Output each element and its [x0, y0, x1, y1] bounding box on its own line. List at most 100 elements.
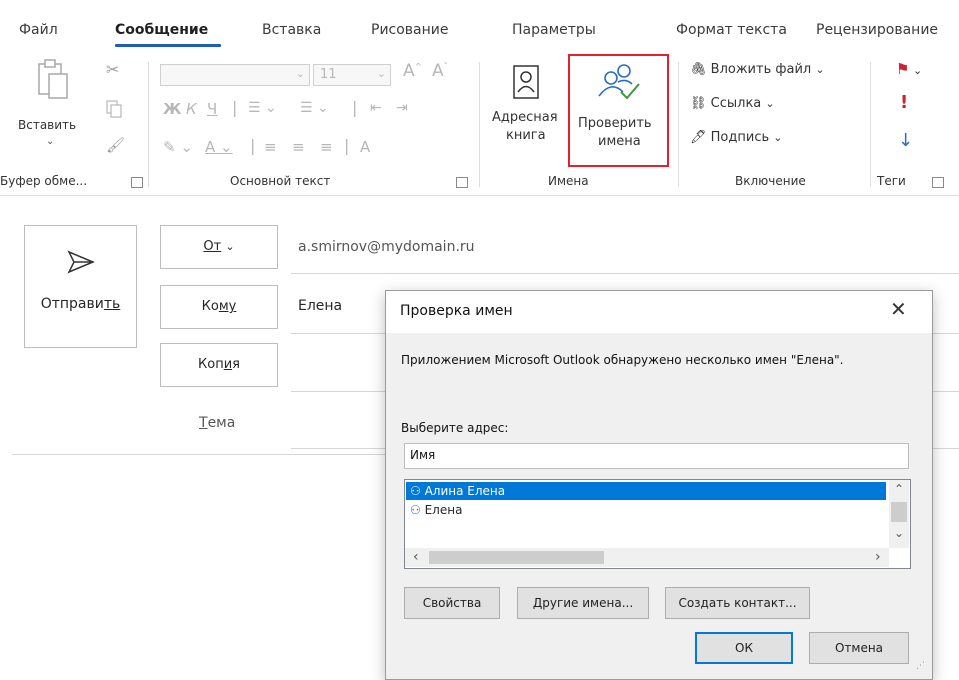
names-group-label: Имена	[548, 174, 589, 188]
cc-divider	[291, 391, 385, 392]
scroll-down-icon[interactable]: ⌄	[894, 526, 904, 540]
check-names-dialog: Проверка имен ✕ Приложением Microsoft Ou…	[385, 290, 933, 680]
link-button[interactable]: ⛓ Ссылка ⌄	[690, 96, 775, 111]
subject-label: Тема	[199, 415, 236, 431]
low-importance-icon[interactable]: ↓	[898, 130, 913, 151]
address-book-icon	[513, 65, 539, 99]
chevron-down-icon: ⌄	[46, 136, 55, 147]
clipboard-dialog-launcher-icon[interactable]	[131, 177, 143, 188]
align-right-icon[interactable]: ≡	[320, 138, 333, 156]
paste-label: Вставить	[18, 118, 77, 132]
send-button[interactable]: Отправить	[24, 225, 137, 348]
tab-options[interactable]: Параметры	[512, 22, 596, 38]
tab-format-text[interactable]: Формат текста	[676, 22, 787, 38]
tags-group-label: Теги	[877, 174, 906, 188]
group-separator	[870, 62, 871, 187]
check-names-icon	[598, 64, 640, 100]
chevron-down-icon: ⌄	[815, 63, 825, 76]
follow-up-flag-icon[interactable]: ⚑ ⌄	[896, 60, 922, 78]
to-divider-right	[930, 333, 959, 334]
address-listbox[interactable]: ⚇ Алина Елена ⚇ Елена ⌃ ⌄ ‹ ›	[404, 479, 911, 569]
separator-icon: |	[232, 98, 238, 117]
paperclip-icon: 🖇	[690, 62, 707, 77]
header-divider	[12, 454, 385, 455]
paste-button[interactable]: Вставить ⌄	[16, 58, 88, 156]
font-size-combo[interactable]: 11 ⌄	[313, 64, 391, 86]
other-names-button[interactable]: Другие имена...	[517, 587, 649, 619]
signature-button[interactable]: 🖊 Подпись ⌄	[690, 130, 783, 145]
separator-icon: |	[344, 136, 350, 155]
bold-button[interactable]: Ж	[163, 100, 181, 118]
separator-icon: |	[352, 98, 358, 117]
font-family-combo[interactable]: ⌄	[160, 64, 310, 86]
cancel-button[interactable]: Отмена	[809, 632, 909, 664]
chevron-down-icon: ⌄	[773, 131, 783, 144]
contact-icon: ⚇	[410, 484, 421, 498]
shrink-font-icon[interactable]: Aˇ	[432, 61, 448, 81]
font-color-icon[interactable]: A ⌄	[205, 138, 233, 156]
dialog-title-bar: Проверка имен ✕	[386, 291, 932, 333]
scroll-thumb-horizontal[interactable]	[429, 551, 604, 564]
list-item[interactable]: ⚇ Елена	[406, 501, 462, 519]
group-separator	[678, 62, 679, 187]
ribbon: Вставить ⌄ ✂ 🖌 Буфер обме... ⌄ 11 ⌄ A^ A…	[0, 52, 959, 196]
attach-file-button[interactable]: 🖇 Вложить файл ⌄	[690, 62, 825, 77]
align-center-icon[interactable]: ≡	[292, 138, 305, 156]
list-item[interactable]: ⚇ Алина Елена	[406, 482, 886, 500]
grow-font-icon[interactable]: A^	[403, 61, 422, 81]
horizontal-scrollbar[interactable]: ‹ ›	[405, 548, 889, 567]
clear-formatting-icon[interactable]: A	[360, 138, 370, 156]
tab-message[interactable]: Сообщение	[115, 22, 208, 38]
active-tab-indicator	[115, 44, 221, 47]
italic-button[interactable]: К	[186, 100, 197, 118]
cc-divider-right	[930, 391, 959, 392]
cut-icon[interactable]: ✂	[106, 60, 119, 79]
vertical-scrollbar[interactable]: ⌃ ⌄	[889, 480, 909, 548]
properties-button[interactable]: Свойства	[404, 587, 500, 619]
create-contact-button[interactable]: Создать контакт...	[665, 587, 810, 619]
high-importance-icon[interactable]: !	[900, 92, 908, 113]
numbering-icon[interactable]: ☰ ⌄	[300, 100, 329, 116]
chevron-down-icon: ⌄	[295, 67, 305, 80]
tab-insert[interactable]: Вставка	[262, 22, 321, 38]
dialog-title: Проверка имен	[400, 303, 513, 319]
ok-button[interactable]: ОК	[695, 632, 793, 664]
clipboard-icon	[38, 59, 68, 99]
underline-button[interactable]: Ч	[207, 100, 217, 118]
tab-review[interactable]: Рецензирование	[816, 22, 938, 38]
clipboard-group-label: Буфер обме...	[0, 174, 88, 188]
cc-button[interactable]: Копия	[160, 343, 278, 387]
group-separator	[148, 62, 149, 187]
name-column-header[interactable]: Имя	[404, 443, 909, 469]
tab-file[interactable]: Файл	[19, 22, 58, 38]
tab-draw[interactable]: Рисование	[371, 22, 449, 38]
subject-divider	[291, 448, 385, 449]
check-names-button[interactable]: Проверить имена	[568, 54, 669, 167]
format-painter-icon[interactable]: 🖌	[106, 136, 125, 154]
close-icon[interactable]: ✕	[890, 297, 907, 321]
scroll-up-icon[interactable]: ⌃	[894, 482, 904, 496]
from-divider	[291, 273, 959, 274]
increase-indent-icon[interactable]: ⇥	[396, 100, 408, 116]
scroll-right-icon[interactable]: ›	[875, 549, 881, 565]
decrease-indent-icon[interactable]: ⇤	[370, 100, 382, 116]
basic-text-dialog-launcher-icon[interactable]	[456, 177, 468, 188]
check-names-label-line1: Проверить	[578, 116, 652, 131]
tags-dialog-launcher-icon[interactable]	[932, 177, 944, 188]
address-book-button[interactable]: Адресная книга	[488, 60, 566, 160]
align-left-icon[interactable]: ≡	[264, 138, 277, 156]
to-field-value[interactable]: Елена	[298, 298, 342, 314]
from-button[interactable]: От ⌄	[160, 225, 278, 269]
basic-text-group-label: Основной текст	[230, 174, 331, 188]
separator-icon: |	[250, 136, 256, 155]
signature-icon: 🖊	[690, 130, 707, 145]
resize-grip-icon[interactable]: ⋰	[916, 661, 925, 671]
dialog-message: Приложением Microsoft Outlook обнаружено…	[401, 353, 844, 367]
scroll-left-icon[interactable]: ‹	[413, 549, 419, 565]
chevron-down-icon: ⌄	[225, 240, 235, 253]
copy-icon[interactable]	[106, 100, 122, 118]
highlight-icon[interactable]: ✎ ⌄	[163, 138, 193, 156]
scroll-thumb[interactable]	[891, 502, 907, 522]
to-button[interactable]: Кому	[160, 285, 278, 329]
bullets-icon[interactable]: ☰ ⌄	[248, 100, 277, 116]
